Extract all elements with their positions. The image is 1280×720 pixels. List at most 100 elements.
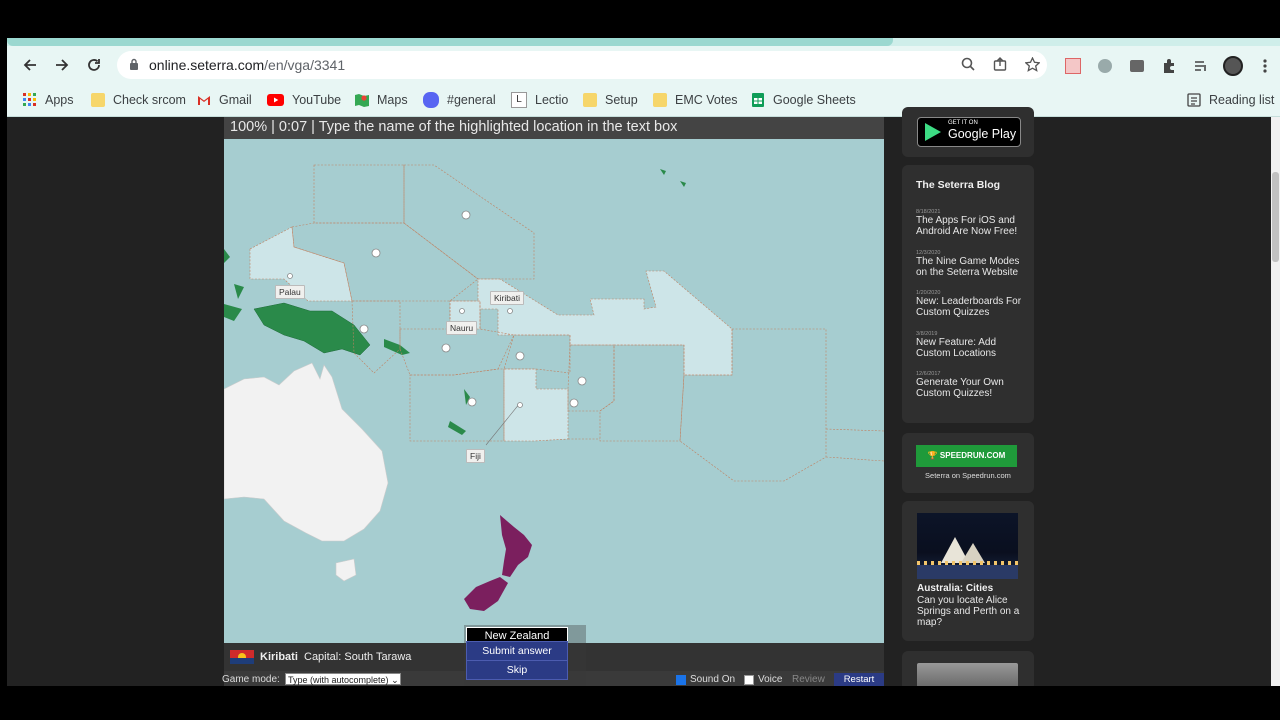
promo-title[interactable]: Australia: Cities	[917, 583, 993, 594]
sydney-opera-house-image[interactable]	[917, 513, 1018, 579]
sound-checkbox[interactable]	[676, 675, 686, 685]
bookmarks-bar: Apps Check srcom Gmail YouTube Maps #gen…	[7, 84, 1280, 117]
bookmark-label: Google Sheets	[773, 93, 856, 107]
speedrun-logo[interactable]: 🏆 SPEEDRUN.COM	[916, 445, 1017, 467]
bookmark-label: YouTube	[292, 93, 342, 107]
voice-label: Voice	[758, 674, 783, 685]
blog-post[interactable]: 8/18/2021 The Apps For iOS and Android Ar…	[916, 209, 1026, 237]
blog-post[interactable]: 1/20/2020 New: Leaderboards For Custom Qu…	[916, 290, 1026, 318]
game-mode-select[interactable]: Type (with autocomplete) ⌄	[285, 673, 401, 685]
post-title[interactable]: The Apps For iOS and Android Are Now Fre…	[916, 215, 1026, 237]
indonesia-islands	[224, 249, 244, 321]
gmail-icon	[198, 96, 210, 105]
active-tab[interactable]	[7, 38, 893, 46]
extension-3-icon[interactable]	[1127, 56, 1147, 76]
new-zealand-north	[500, 515, 532, 577]
bookmark-check-srcom[interactable]: Check srcom	[91, 90, 186, 110]
speedrun-caption[interactable]: Seterra on Speedrun.com	[902, 471, 1034, 480]
reload-icon	[88, 59, 100, 71]
voice-checkbox[interactable]	[744, 675, 754, 685]
post-title[interactable]: New Feature: Add Custom Locations	[916, 337, 1026, 359]
bookmark-maps[interactable]: Maps	[355, 90, 408, 110]
bookmark-youtube[interactable]: YouTube	[267, 90, 341, 110]
post-title[interactable]: Generate Your Own Custom Quizzes!	[916, 377, 1026, 399]
submit-answer-button[interactable]: Submit answer	[466, 641, 568, 661]
folder-icon	[583, 93, 597, 107]
sound-label: Sound On	[690, 674, 736, 685]
reload-button[interactable]	[81, 53, 107, 77]
blog-post[interactable]: 12/3/2020 The Nine Game Modes on the Sete…	[916, 250, 1026, 278]
bookmark-setup[interactable]: Setup	[583, 90, 638, 110]
info-country: Kiribati	[260, 651, 298, 663]
bookmark-label: EMC Votes	[675, 93, 738, 107]
blog-post[interactable]: 3/8/2019 New Feature: Add Custom Location…	[916, 331, 1026, 359]
extension-1-icon[interactable]	[1063, 56, 1083, 76]
back-arrow-icon	[23, 59, 36, 71]
gplay-small-text: GET IT ON	[948, 120, 978, 126]
page-content: 100% | 0:07 | Type the name of the highl…	[7, 107, 1271, 686]
solomon-islands	[384, 339, 410, 355]
speedrun-card[interactable]: 🏆 SPEEDRUN.COM Seterra on Speedrun.com	[902, 433, 1034, 493]
blog-post[interactable]: 12/6/2017 Generate Your Own Custom Quizze…	[916, 371, 1026, 399]
post-title[interactable]: The Nine Game Modes on the Seterra Websi…	[916, 256, 1026, 278]
bookmark-gmail[interactable]: Gmail	[197, 90, 252, 110]
map-label-nauru: Nauru	[446, 321, 478, 335]
bookmark-google-sheets[interactable]: Google Sheets	[751, 90, 856, 110]
sheets-icon	[752, 93, 764, 107]
address-bar[interactable]: online.seterra.com/en/vga/3341	[117, 51, 1047, 79]
tasmania	[335, 558, 357, 582]
bookmark-star-icon[interactable]	[1023, 56, 1041, 73]
page-scrollbar[interactable]	[1271, 117, 1280, 686]
trophy-icon: 🏆	[927, 451, 938, 460]
oceania-map-svg[interactable]	[224, 139, 884, 643]
game-mode-value: Type (with autocomplete)	[288, 675, 389, 685]
discord-icon	[423, 92, 439, 108]
extension-2-icon[interactable]	[1095, 56, 1115, 76]
bookmark-general[interactable]: #general	[423, 90, 496, 110]
profile-avatar[interactable]	[1223, 56, 1243, 76]
kebab-menu-icon[interactable]	[1255, 56, 1275, 76]
chevron-down-icon: ⌄	[391, 675, 399, 685]
gplay-big-text: Google Play	[948, 127, 1017, 141]
back-button[interactable]	[17, 53, 43, 77]
reading-list-button[interactable]: Reading list	[1187, 90, 1274, 110]
maps-icon	[355, 94, 369, 107]
bookmark-lectio[interactable]: L Lectio	[511, 90, 568, 110]
media-control-icon[interactable]	[1191, 56, 1211, 76]
game-controls-bar: Game mode: Type (with autocomplete) ⌄ So…	[222, 673, 884, 686]
bookmark-label: #general	[447, 93, 496, 107]
new-zealand-south	[464, 577, 508, 611]
reading-list-label: Reading list	[1209, 93, 1275, 107]
url-text: online.seterra.com/en/vga/3341	[149, 57, 345, 73]
zoom-search-icon[interactable]	[959, 57, 977, 73]
blog-card: The Seterra Blog 8/18/2021 The Apps For i…	[902, 165, 1034, 423]
google-play-badge[interactable]: GET IT ON Google Play	[917, 117, 1021, 147]
promo-image[interactable]	[917, 663, 1018, 686]
info-capital: Capital: South Tarawa	[304, 651, 412, 663]
post-title[interactable]: New: Leaderboards For Custom Quizzes	[916, 296, 1026, 318]
restart-button[interactable]: Restart	[834, 673, 884, 686]
review-link[interactable]: Review	[792, 674, 825, 685]
kiribati-flag	[230, 650, 254, 664]
seterra-game: 100% | 0:07 | Type the name of the highl…	[222, 117, 884, 686]
map-label-fiji: Fiji	[466, 449, 485, 463]
youtube-icon	[267, 94, 284, 106]
map-label-kiribati: Kiribati	[490, 291, 524, 305]
next-promo-card[interactable]	[902, 651, 1034, 686]
promo-card[interactable]: Australia: Cities Can you locate Alice S…	[902, 501, 1034, 641]
bookmark-label: Setup	[605, 93, 638, 107]
scrollbar-thumb[interactable]	[1272, 172, 1279, 262]
forward-button[interactable]	[49, 53, 75, 77]
promo-description: Can you locate Alice Springs and Perth o…	[917, 595, 1020, 628]
fiji-region	[503, 368, 569, 442]
forward-arrow-icon	[56, 59, 69, 71]
game-map[interactable]: Palau Nauru Kiribati Fiji	[224, 139, 884, 643]
australia-landmass	[224, 362, 389, 542]
bookmark-emc-votes[interactable]: EMC Votes	[653, 90, 738, 110]
puzzle-extensions-icon[interactable]	[1159, 56, 1179, 76]
map-label-palau: Palau	[275, 285, 305, 299]
bookmark-apps[interactable]: Apps	[23, 90, 74, 110]
new-guinea	[253, 302, 371, 356]
share-icon[interactable]	[991, 57, 1009, 73]
lectio-icon: L	[511, 92, 527, 108]
